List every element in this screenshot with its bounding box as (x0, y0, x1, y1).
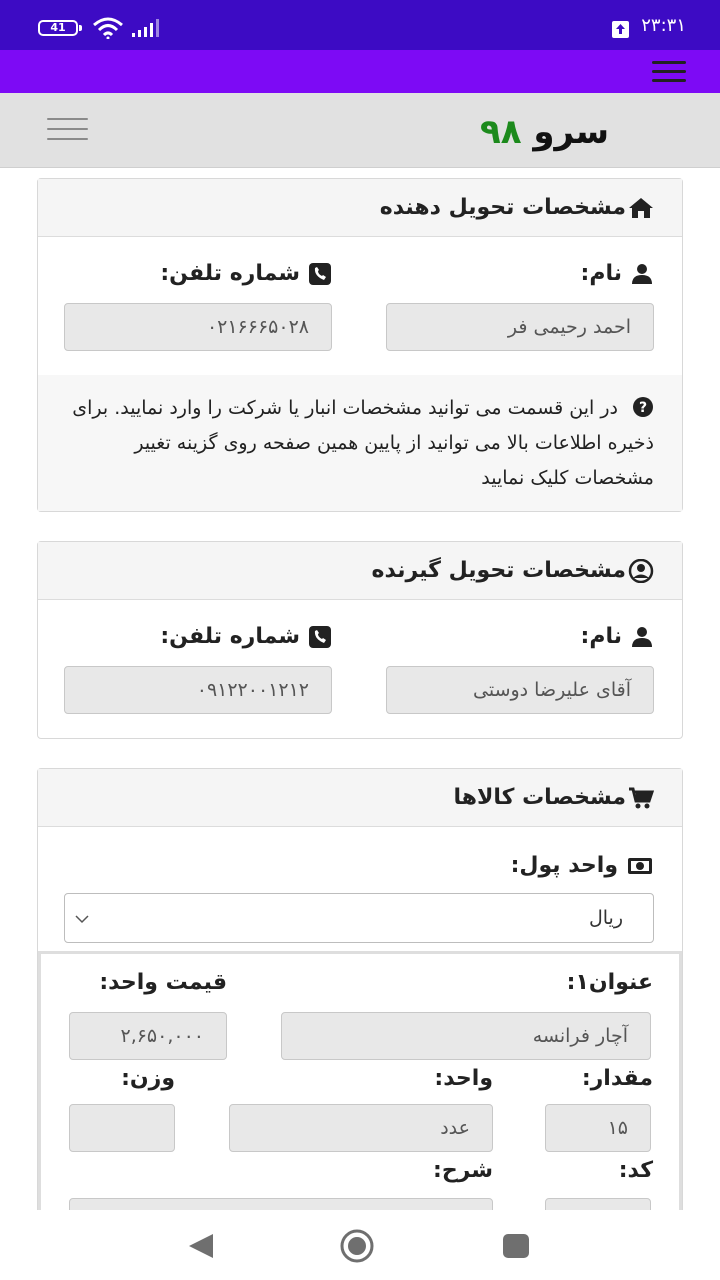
question-icon: ? (633, 397, 653, 417)
recent-apps-icon[interactable] (503, 1234, 529, 1258)
sender-phone-field[interactable]: ۰۲۱۶۶۶۵۰۲۸ (64, 303, 332, 351)
receiver-card: مشخصات تحویل گیرنده نام: شماره تلفن: آقا… (37, 541, 683, 739)
user-circle-icon (628, 559, 654, 583)
item-code-label: کد: (618, 1158, 653, 1183)
currency-label: واحد پول: (511, 851, 654, 881)
item-weight-label: وزن: (121, 1066, 175, 1091)
logo-number: ۹۸ (480, 112, 522, 152)
svg-text:?: ? (639, 400, 647, 416)
item-quantity-label: مقدار: (581, 1066, 653, 1091)
receiver-name-field[interactable]: آقای علیرضا دوستی (386, 666, 654, 714)
app-logo: سرو ۹۸ (480, 112, 609, 152)
sender-phone-label: شماره تلفن: (160, 259, 332, 289)
receiver-phone-field[interactable]: ۰۹۱۲۲۰۰۱۲۱۲ (64, 666, 332, 714)
side-menu-icon[interactable] (47, 118, 88, 144)
receiver-card-header: مشخصات تحویل گیرنده (38, 542, 682, 600)
item-unit-price-field[interactable]: ۲,۶۵۰,۰۰۰ (69, 1012, 227, 1060)
item-code-field[interactable] (545, 1198, 651, 1210)
currency-select[interactable]: ریال (64, 893, 654, 943)
sender-card-header: مشخصات تحویل دهنده (38, 179, 682, 237)
clock: ۲۳:۳۱ (641, 15, 686, 36)
item-unit-label: واحد: (434, 1066, 493, 1091)
sender-help-text: در این قسمت می توانید مشخصات انبار یا شر… (72, 397, 654, 489)
back-icon[interactable] (187, 1233, 215, 1259)
main-content: مشخصات تحویل دهنده نام: شماره تلفن: احمد… (0, 168, 720, 1210)
upload-icon (612, 21, 629, 38)
sender-help-box: ? در این قسمت می توانید مشخصات انبار یا ش… (38, 375, 682, 511)
battery-level: 41 (50, 21, 66, 34)
receiver-phone-label: شماره تلفن: (160, 622, 332, 652)
item-unit-price-label: قیمت واحد: (99, 970, 227, 995)
currency-selected-value: ریال (588, 907, 623, 929)
wifi-icon (93, 17, 123, 39)
user-icon (632, 264, 652, 284)
app-bar (0, 50, 720, 93)
goods-item-1: عنوان۱: قیمت واحد: آچار فرانسه ۲,۶۵۰,۰۰۰… (38, 951, 682, 1210)
sender-name-label: نام: (581, 259, 654, 289)
receiver-name-label: نام: (581, 622, 654, 652)
receiver-card-title: مشخصات تحویل گیرنده (371, 558, 626, 583)
sub-header (0, 93, 720, 168)
goods-card-title: مشخصات کالاها (453, 785, 626, 810)
sender-card: مشخصات تحویل دهنده نام: شماره تلفن: احمد… (37, 178, 683, 512)
phone-icon (309, 263, 331, 285)
item-weight-field[interactable] (69, 1104, 175, 1152)
item-title-field[interactable]: آچار فرانسه (281, 1012, 651, 1060)
chevron-down-icon (75, 915, 89, 924)
phone-icon (309, 626, 331, 648)
home-icon (629, 198, 653, 218)
item-description-label: شرح: (433, 1158, 493, 1183)
goods-card-header: مشخصات کالاها (38, 769, 682, 827)
item-quantity-field[interactable]: ۱۵ (545, 1104, 651, 1152)
home-button-icon[interactable] (339, 1228, 375, 1264)
sender-card-title: مشخصات تحویل دهنده (379, 195, 626, 220)
money-icon (628, 858, 652, 874)
item-title-label: عنوان۱: (566, 970, 653, 995)
status-bar: 41 ۲۳:۳۱ (0, 0, 720, 50)
cart-icon (629, 787, 654, 809)
main-menu-icon[interactable] (652, 61, 686, 83)
user-icon (632, 627, 652, 647)
item-description-field[interactable] (69, 1198, 493, 1210)
logo-word: سرو (533, 112, 610, 152)
item-unit-field[interactable]: عدد (229, 1104, 493, 1152)
signal-icon (132, 19, 159, 37)
battery-icon: 41 (38, 20, 82, 36)
sender-name-field[interactable]: احمد رحیمی فر (386, 303, 654, 351)
